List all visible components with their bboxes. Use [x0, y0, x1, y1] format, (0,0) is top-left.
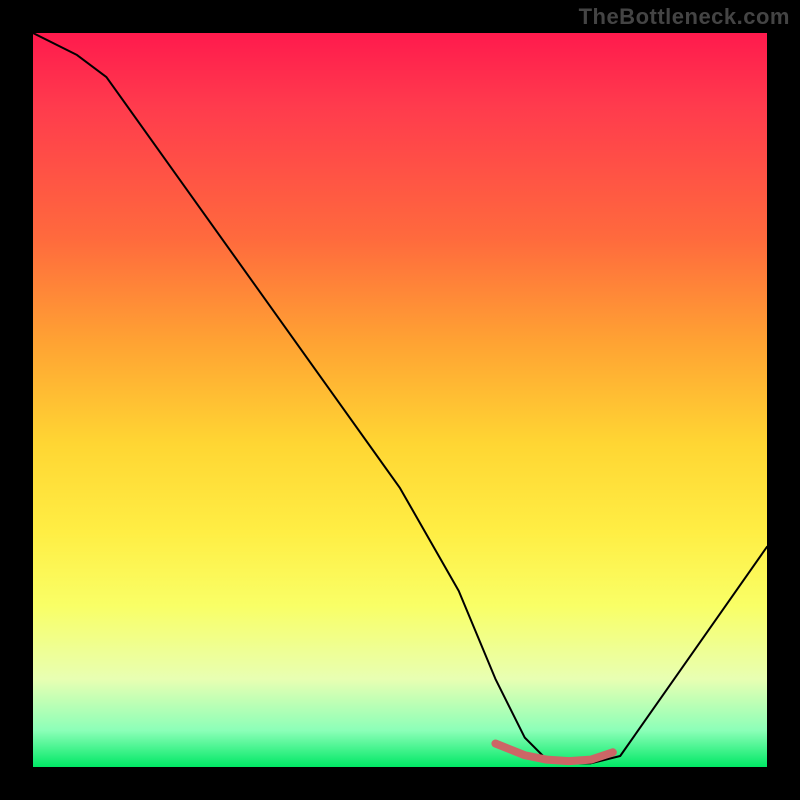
optimal-zone-path	[495, 744, 612, 762]
bottleneck-curve-path	[33, 33, 767, 763]
plot-area	[33, 33, 767, 767]
curve-svg	[33, 33, 767, 767]
watermark-text: TheBottleneck.com	[579, 4, 790, 30]
chart-frame: TheBottleneck.com	[0, 0, 800, 800]
